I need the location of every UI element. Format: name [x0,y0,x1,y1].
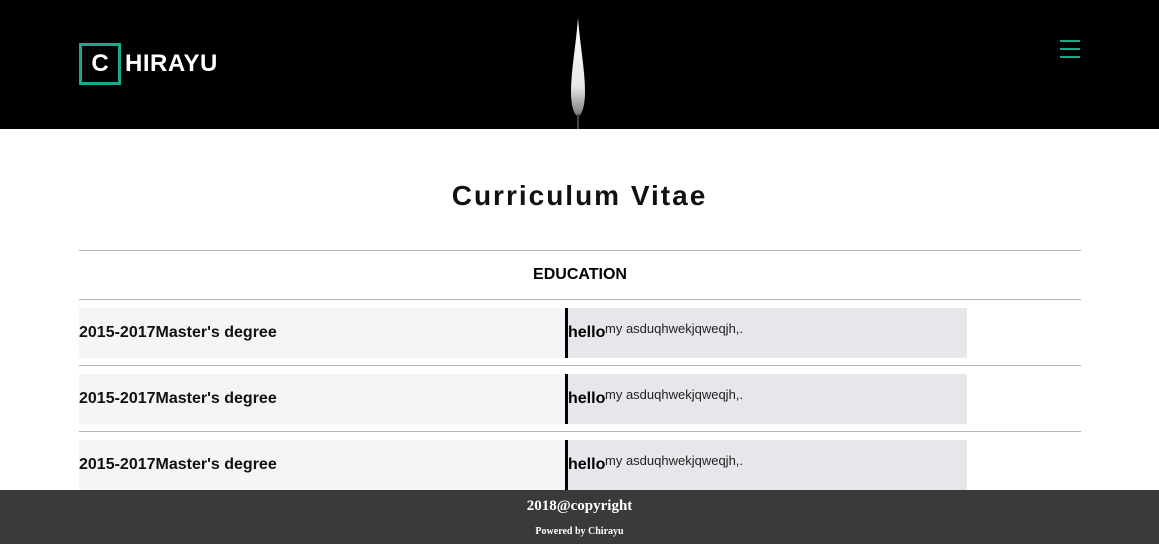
site-footer: 2018@copyright Powered by Chirayu [0,490,1159,544]
logo-letter: C [91,50,109,77]
education-row: 2015-2017 Master's degree hello my asduqh… [79,374,1081,424]
hamburger-menu-button[interactable] [1060,40,1080,58]
education-period: 2015-2017 [79,456,156,473]
hamburger-icon-line [1060,40,1080,42]
education-degree-name: Master's degree [155,324,277,341]
divider [79,250,1081,251]
hamburger-icon-line [1060,48,1080,50]
education-detail-heading: hello [568,390,606,407]
education-degree: 2015-2017 Master's degree [79,374,565,424]
divider [79,431,1081,432]
education-degree: 2015-2017 Master's degree [79,308,565,358]
education-detail-description: my asduqhwekjqweqjh,. [605,387,744,402]
section-title: EDUCATION [533,266,627,283]
education-row: 2015-2017 Master's degree hello my asduqh… [79,308,1081,358]
education-detail-description: my asduqhwekjqweqjh,. [605,453,744,468]
logo-box: C [79,43,121,85]
divider [79,365,1081,366]
education-detail: hello my asduqhwekjqweqjh,. [565,308,967,358]
education-degree-name: Master's degree [155,456,277,473]
candle-image [540,0,620,129]
education-detail-heading: hello [568,456,606,473]
logo[interactable]: C HIRAYU [79,40,218,88]
site-header: C HIRAYU [0,0,1159,129]
education-period: 2015-2017 [79,324,156,341]
education-detail: hello my asduqhwekjqweqjh,. [565,440,967,490]
footer-powered-by: Powered by Chirayu [535,526,624,537]
page-title: Curriculum Vitae [451,180,708,211]
hamburger-icon-line [1060,56,1080,58]
divider [79,299,1081,300]
education-degree-name: Master's degree [155,390,277,407]
footer-copyright: 2018@copyright [526,498,633,514]
education-degree: 2015-2017 Master's degree [79,440,565,490]
education-period: 2015-2017 [79,390,156,407]
education-detail-description: my asduqhwekjqweqjh,. [605,321,744,336]
education-row: 2015-2017 Master's degree hello my asduqh… [79,440,1081,490]
logo-text: HIRAYU [125,50,218,77]
education-detail: hello my asduqhwekjqweqjh,. [565,374,967,424]
education-detail-heading: hello [568,324,606,341]
